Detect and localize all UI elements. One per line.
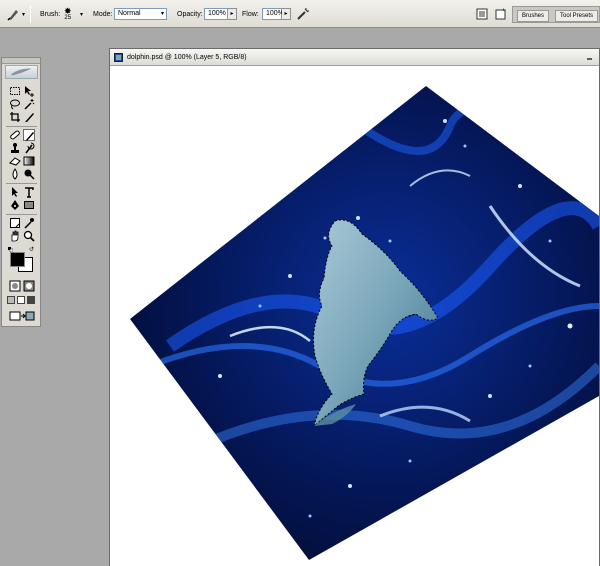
magic-wand-icon[interactable] [23, 98, 35, 110]
brush-tool-icon[interactable] [23, 129, 35, 141]
color-swatches: ↺ [8, 247, 34, 273]
mode-label: Mode: [93, 10, 113, 18]
tool-preset-dropdown-arrow[interactable]: ▾ [22, 0, 25, 28]
eyedropper-icon[interactable] [23, 217, 35, 229]
palette-tab-brushes[interactable]: Brushes [517, 10, 550, 22]
standard-mode-icon[interactable] [9, 280, 21, 292]
airbrush-icon[interactable] [296, 7, 310, 21]
zoom-tool-icon[interactable] [23, 230, 35, 242]
document-icon [114, 52, 123, 62]
flow-input[interactable]: 100% [262, 8, 284, 20]
swap-colors-icon[interactable]: ↺ [29, 247, 34, 253]
notes-tool-icon[interactable] [9, 217, 21, 229]
path-selection-icon[interactable] [9, 186, 21, 198]
hand-tool-icon[interactable] [9, 230, 21, 242]
document-title-bar[interactable]: dolphin.psd @ 100% (Layer 5, RGB/8) [110, 49, 599, 66]
blur-tool-icon[interactable] [9, 168, 21, 180]
shape-tool-icon[interactable] [23, 199, 35, 211]
minimize-button[interactable] [584, 52, 595, 62]
document-window: dolphin.psd @ 100% (Layer 5, RGB/8) [109, 48, 600, 566]
palette-well: Brushes Tool Presets [512, 6, 600, 23]
options-bar: ▾ Brush: ✸ 25 ▾ Mode: Normal ▾ Opacity: … [0, 0, 600, 28]
artwork [130, 86, 599, 560]
quick-mask-mode-icon[interactable] [23, 280, 35, 292]
file-browser-icon[interactable] [475, 7, 489, 21]
brush-tool-preset-icon[interactable] [6, 7, 20, 21]
opacity-input[interactable]: 100% [204, 8, 228, 20]
opacity-label: Opacity: [177, 10, 203, 18]
flow-slider-arrow[interactable]: ▸ [282, 8, 291, 20]
document-title: dolphin.psd @ 100% (Layer 5, RGB/8) [127, 53, 247, 61]
marquee-tool-icon[interactable] [9, 85, 21, 97]
slice-tool-icon[interactable] [23, 111, 35, 123]
mode-select[interactable]: Normal ▾ [114, 8, 167, 20]
brush-tip-icon: ✸ [64, 5, 72, 16]
brush-picker[interactable]: ✸ 25 [64, 0, 72, 28]
opacity-value: 100% [208, 10, 226, 17]
pen-tool-icon[interactable] [9, 199, 21, 211]
screen-mode-buttons [7, 296, 37, 306]
brush-label: Brush: [40, 10, 61, 18]
healing-brush-icon[interactable] [9, 129, 21, 141]
eraser-tool-icon[interactable] [9, 155, 21, 167]
gradient-tool-icon[interactable] [23, 155, 35, 167]
crop-tool-icon[interactable] [9, 111, 21, 123]
jump-to-imageready-icon[interactable] [9, 310, 35, 322]
image-canvas[interactable] [110, 66, 599, 566]
clone-stamp-icon[interactable] [9, 142, 21, 154]
standard-screen-mode-icon[interactable] [7, 296, 15, 304]
move-tool-icon[interactable] [23, 85, 35, 97]
toolbox-grip[interactable] [2, 58, 40, 64]
history-brush-icon[interactable] [23, 142, 35, 154]
mode-value: Normal [118, 10, 141, 17]
opacity-slider-arrow[interactable]: ▸ [228, 8, 237, 20]
toggle-palettes-icon[interactable] [494, 7, 508, 21]
palette-tab-tool-presets[interactable]: Tool Presets [555, 10, 599, 22]
toolbox: ↺ [1, 57, 41, 327]
brush-size-value: 25 [64, 14, 72, 21]
lasso-tool-icon[interactable] [9, 98, 21, 110]
mode-dropdown-icon: ▾ [160, 11, 164, 17]
type-tool-icon[interactable] [23, 186, 35, 198]
full-screen-menu-mode-icon[interactable] [17, 296, 25, 304]
brush-picker-arrow[interactable]: ▾ [80, 0, 83, 28]
foreground-color-swatch[interactable] [10, 252, 25, 267]
photoshop-feather-logo[interactable] [5, 65, 38, 79]
flow-label: Flow: [242, 10, 259, 18]
dodge-tool-icon[interactable] [23, 168, 35, 180]
full-screen-mode-icon[interactable] [27, 296, 35, 304]
